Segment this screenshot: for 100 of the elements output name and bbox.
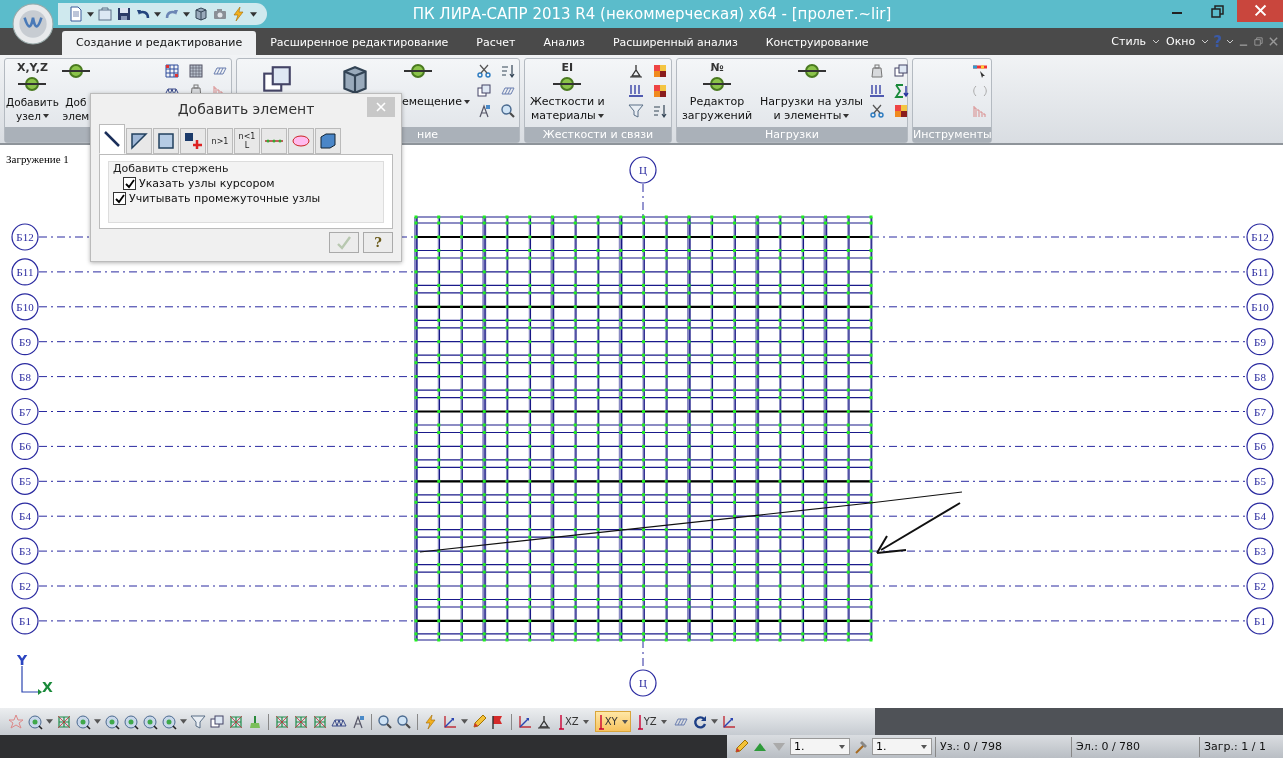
sort-icon[interactable] [652,103,668,119]
axis-marker: Б10 [1246,293,1274,321]
axis-marker: Б5 [1246,467,1274,495]
frame-icon[interactable] [56,713,72,730]
color-squares-icon[interactable] [652,63,668,79]
sum-icon[interactable] [892,83,909,99]
checkbox[interactable] [113,192,126,205]
caret-icon[interactable] [183,11,190,17]
target-icon[interactable] [27,713,43,730]
ribbon-tab[interactable]: Анализ [529,31,599,55]
ribbon-button[interactable]: Нагрузки на узлы и элементы [758,61,865,123]
view-button[interactable]: XY [594,711,631,732]
rotate-icon[interactable] [691,713,708,730]
color-squares-icon[interactable] [652,83,668,99]
ribbon-button[interactable]: EI Жесткости и материалы [528,61,607,123]
tower-icon[interactable] [350,713,366,730]
search-icon[interactable] [396,713,412,730]
sort-icon[interactable] [500,63,516,79]
load-arrows-icon[interactable] [628,83,644,99]
view-button[interactable]: XZ [555,711,592,732]
axis-marker: Б6 [1246,432,1274,460]
element-type-tab[interactable] [126,128,152,154]
caret-icon[interactable] [461,719,468,724]
target-icon[interactable] [161,713,177,730]
support-icon[interactable] [628,63,644,79]
frame-icon[interactable] [228,713,244,730]
ribbon-tab[interactable]: Конструирование [751,31,883,55]
ribbon-button[interactable]: № Редактор загружений [680,61,755,123]
caret-icon[interactable] [94,719,101,724]
chevron-icon[interactable] [1201,39,1210,44]
restore-icon[interactable] [1253,36,1264,47]
palette-icon[interactable] [972,63,988,79]
search-icon[interactable] [377,713,393,730]
axis-marker: Б4 [11,502,39,530]
close-icon[interactable] [1237,0,1283,22]
menu-button[interactable]: Стиль [1109,35,1149,48]
help-button[interactable]: ? [363,232,393,253]
tower-icon[interactable] [476,103,492,119]
copy-icon[interactable] [892,63,909,79]
target-icon[interactable] [75,713,91,730]
menu-button[interactable]: Окно [1164,35,1198,48]
ribbon-tab[interactable]: Расчет [462,31,530,55]
frame-icon[interactable] [293,713,309,730]
view-button[interactable]: YZ [633,711,670,732]
element-type-tab[interactable] [315,128,341,154]
chevron-icon[interactable] [1152,39,1161,44]
scissors-icon[interactable] [868,103,885,119]
element-type-tab[interactable]: n>1 [207,128,233,154]
ribbon-tab[interactable]: Расширенное редактирование [256,31,463,55]
caret-icon[interactable] [154,11,161,17]
load-case-label: Загружение 1 [6,153,69,165]
caret-icon[interactable] [710,719,718,724]
pencil-icon[interactable] [733,738,749,755]
caret-icon[interactable] [180,719,187,724]
group-label: Нагрузки [765,128,819,141]
frame-icon[interactable] [274,713,290,730]
copy-icon[interactable] [209,713,225,730]
axis-marker: Б9 [1246,328,1274,356]
save-icon[interactable] [116,6,132,22]
ribbon-button[interactable]: X,Y,Z Добавить узел [6,61,59,123]
element-type-tab[interactable] [180,128,206,154]
ribbon-tab[interactable]: Расширенный анализ [598,31,752,55]
element-count: Эл.: 0 / 780 [1071,736,1196,757]
chevron-icon[interactable] [1226,39,1234,44]
copy-icon[interactable] [476,83,492,99]
cube-icon[interactable] [193,6,209,22]
weight-icon[interactable] [868,63,885,79]
element-type-tab[interactable]: n<1 L [234,128,260,154]
filter-icon[interactable] [190,713,206,730]
caret-icon[interactable] [250,11,257,17]
frame-icon[interactable] [312,713,328,730]
star-icon[interactable] [8,713,24,730]
hammer-icon[interactable] [853,738,869,755]
filter-icon[interactable] [628,103,644,119]
color-squares-icon[interactable] [892,103,909,119]
load-arrows-icon[interactable] [868,83,885,99]
ribbon-button[interactable]: емещение [399,61,472,109]
checkbox[interactable] [123,177,136,190]
axis-marker: Б1 [11,607,39,635]
target-icon[interactable] [123,713,139,730]
target-icon[interactable] [104,713,120,730]
target-icon[interactable] [142,713,158,730]
mesh-icon[interactable] [188,63,204,79]
caret-icon [582,719,589,724]
caret-icon[interactable] [46,719,53,724]
load-case-dropdown[interactable]: 1. [790,738,850,755]
pencil-icon[interactable] [471,713,487,730]
close-icon[interactable] [1268,36,1279,47]
search-icon[interactable] [500,103,516,119]
element-type-tab[interactable] [99,124,125,154]
grid-icon[interactable] [164,63,180,79]
scissors-icon[interactable] [476,63,492,79]
material-dropdown[interactable]: 1. [872,738,932,755]
ribbon-tab[interactable]: Создание и редактирование [62,31,257,55]
axis-icon [636,713,643,730]
document-icon[interactable] [68,6,84,22]
axis-marker: Б10 [11,293,39,321]
brush-icon[interactable] [247,713,263,730]
caret-icon[interactable] [87,11,94,17]
axis-marker: Б8 [1246,363,1274,391]
